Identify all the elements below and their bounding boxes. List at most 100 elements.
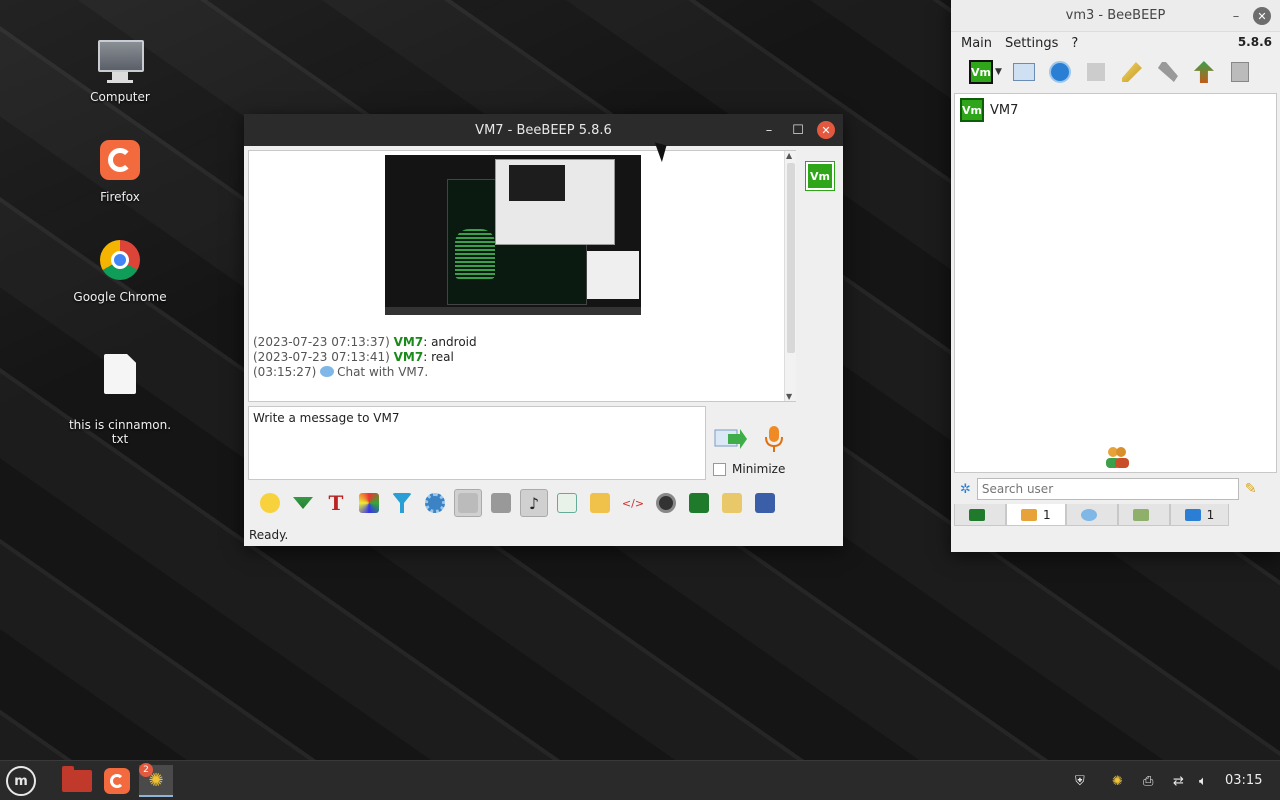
menu-main[interactable]: Main — [961, 36, 992, 51]
search-row: ✲ ✎ — [954, 476, 1277, 502]
search-user-input[interactable] — [976, 478, 1239, 500]
edit-note-icon[interactable] — [718, 489, 746, 517]
user-avatar-vm7[interactable]: Vm — [805, 161, 835, 191]
network-icon[interactable] — [1046, 58, 1074, 86]
linux-mint-icon: m — [6, 766, 36, 796]
tab-groups[interactable] — [1117, 504, 1170, 526]
desktop-icon-computer[interactable]: Computer — [65, 40, 175, 104]
chat-window: VM7 - BeeBEEP 5.8.6 – ☐ ✕ (2023-07-23 07… — [244, 114, 843, 546]
minimize-checkbox[interactable]: Minimize — [713, 462, 785, 476]
color-picker-icon[interactable] — [355, 489, 383, 517]
screenshot-icon[interactable] — [685, 489, 713, 517]
gear-icon[interactable]: ✲ — [960, 482, 971, 497]
spellcheck-icon[interactable] — [454, 489, 482, 517]
tab-shares[interactable]: 1 — [1169, 504, 1230, 526]
smiley-icon[interactable] — [256, 489, 284, 517]
tools-icon[interactable] — [1154, 58, 1182, 86]
download-icon[interactable] — [289, 489, 317, 517]
window-title: VM7 - BeeBEEP 5.8.6 — [475, 122, 612, 138]
close-window-icon[interactable]: ✕ — [817, 121, 835, 139]
main-toolbar: Vm ▼ — [951, 54, 1280, 90]
filter-icon[interactable] — [388, 489, 416, 517]
close-window-icon[interactable]: ✕ — [1253, 7, 1271, 25]
window-title: vm3 - BeeBEEP — [1065, 8, 1166, 23]
tab-log[interactable] — [954, 504, 1006, 526]
camera-icon[interactable] — [652, 489, 680, 517]
tab-users[interactable]: 1 — [1006, 504, 1066, 526]
files-launcher[interactable] — [60, 765, 94, 797]
voice-message-icon[interactable] — [762, 424, 786, 454]
my-profile-button[interactable]: Vm — [967, 58, 995, 86]
lock-icon[interactable] — [1082, 58, 1110, 86]
music-note-icon[interactable]: ♪ — [520, 489, 548, 517]
trash-icon[interactable] — [1226, 58, 1254, 86]
chevron-down-icon[interactable]: ▼ — [995, 67, 1002, 77]
text-file-icon — [98, 354, 142, 398]
minimize-window-icon[interactable]: – — [1227, 7, 1245, 25]
firefox-icon — [104, 768, 130, 794]
main-titlebar[interactable]: vm3 - BeeBEEP – ✕ — [951, 0, 1280, 32]
menu-settings[interactable]: Settings — [1005, 36, 1058, 51]
desktop-icon-text-file[interactable]: this is cinnamon. txt — [65, 340, 175, 460]
folder-icon — [62, 766, 92, 792]
shared-screenshot-image[interactable] — [385, 155, 641, 315]
tab-chats[interactable] — [1065, 504, 1118, 526]
chat-titlebar[interactable]: VM7 - BeeBEEP 5.8.6 – ☐ ✕ — [244, 114, 843, 146]
message-list: (2023-07-23 07:13:37) VM7: android (2023… — [253, 335, 477, 380]
edit-status-icon[interactable] — [1118, 58, 1146, 86]
vcard-icon[interactable] — [1010, 58, 1038, 86]
desktop-icon-label: Computer — [90, 90, 150, 104]
users-icon — [1021, 508, 1037, 521]
chat-history[interactable]: (2023-07-23 07:13:37) VM7: android (2023… — [248, 150, 796, 402]
start-menu-button[interactable]: m — [4, 765, 38, 797]
message-input[interactable]: Write a message to VM7 — [248, 406, 706, 480]
desktop-icon-firefox[interactable]: Firefox — [65, 140, 175, 204]
taskbar: m ✺ 2 ⛨ ✺ ⎙ ⇄ 🔈︎ 03:15 — [0, 760, 1280, 800]
chat-bubble-icon — [320, 366, 335, 377]
shield-icon[interactable]: ⛨ — [1075, 761, 1085, 800]
folder-icon[interactable] — [586, 489, 614, 517]
beebeep-tray-icon[interactable]: ✺ — [1112, 761, 1123, 800]
chat-bubbles-icon — [1080, 508, 1097, 521]
clear-search-icon[interactable]: ✎ — [1245, 481, 1257, 497]
firefox-launcher[interactable] — [100, 765, 134, 797]
version-label: 5.8.6 — [1237, 35, 1272, 49]
desktop-icon-label: Google Chrome — [73, 290, 167, 304]
menu-help[interactable]: ? — [1071, 36, 1078, 51]
chat-message: (2023-07-23 07:13:41) VM7: real — [253, 350, 454, 364]
font-icon[interactable] — [487, 489, 515, 517]
text-format-icon[interactable]: T — [322, 489, 350, 517]
main-window: vm3 - BeeBEEP – ✕ Main Settings ? 5.8.6 … — [951, 0, 1280, 552]
chrome-icon — [98, 240, 142, 284]
export-doc-icon[interactable] — [553, 489, 581, 517]
checkbox-icon[interactable] — [713, 462, 726, 476]
user-avatar: Vm — [960, 98, 984, 122]
minimize-label: Minimize — [732, 462, 786, 476]
shares-icon — [1184, 508, 1201, 521]
groups-icon — [1132, 508, 1149, 521]
network-disconnected-icon[interactable]: ⇄ — [1173, 761, 1184, 800]
beebeep-taskbar-item[interactable]: ✺ 2 — [139, 763, 173, 797]
user-list[interactable]: Vm VM7 — [954, 93, 1277, 473]
clock[interactable]: 03:15 — [1225, 773, 1262, 788]
send-message-icon[interactable] — [714, 426, 748, 452]
chat-message: (2023-07-23 07:13:37) VM7: android — [253, 335, 477, 349]
notification-badge: 2 — [139, 763, 153, 777]
desktop-icon-label: Firefox — [100, 190, 140, 204]
save-icon[interactable] — [751, 489, 779, 517]
desktop-icon-label: this is cinnamon. txt — [68, 418, 172, 446]
upload-icon[interactable] — [1190, 58, 1218, 86]
html-code-icon[interactable]: </> — [619, 489, 647, 517]
minimize-window-icon[interactable]: – — [760, 121, 778, 139]
chat-scrollbar[interactable]: ▲ ▼ — [784, 151, 796, 401]
settings-gear-icon[interactable] — [421, 489, 449, 517]
volume-icon[interactable]: 🔈︎ — [1199, 761, 1207, 800]
users-group-icon — [1106, 447, 1129, 468]
user-list-item[interactable]: Vm VM7 — [955, 94, 1276, 126]
printer-icon[interactable]: ⎙ — [1143, 761, 1153, 800]
maximize-window-icon[interactable]: ☐ — [789, 121, 807, 139]
menu-bar: Main Settings ? 5.8.6 — [951, 32, 1280, 54]
chat-toolbar: T ♪ </> — [248, 486, 779, 520]
desktop-icon-chrome[interactable]: Google Chrome — [65, 240, 175, 304]
status-bar: Ready. — [244, 524, 843, 546]
